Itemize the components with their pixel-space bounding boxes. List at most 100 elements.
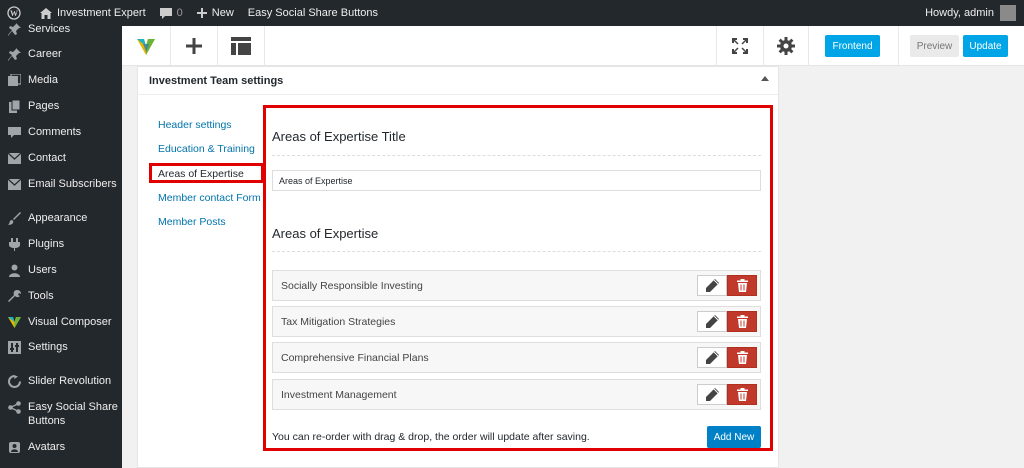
metabox-title: Investment Team settings	[149, 75, 284, 87]
sidebar-item-users[interactable]: Users	[0, 263, 122, 277]
comments-icon	[7, 125, 21, 139]
pencil-icon	[705, 279, 719, 292]
sidebar-item-label: Comments	[28, 126, 82, 138]
sidebar-item-comments[interactable]: Comments	[0, 125, 122, 139]
frontend-button[interactable]: Frontend	[825, 35, 880, 57]
delete-button[interactable]	[727, 347, 757, 368]
sidebar-item-slider-revolution[interactable]: Slider Revolution	[0, 374, 122, 388]
svg-text:W: W	[10, 9, 18, 18]
divider	[272, 155, 761, 156]
wrench-icon	[7, 289, 21, 303]
sidebar-item-label: Avatars	[28, 441, 66, 453]
mail-icon	[7, 151, 21, 165]
sidebar-item-label: Services	[28, 23, 71, 35]
pin-icon	[7, 22, 21, 36]
plugin-icon	[7, 237, 21, 251]
trash-icon	[736, 315, 748, 328]
sidebar-item-career[interactable]: Career	[0, 47, 122, 61]
sidebar-item-email-subscribers[interactable]: Email Subscribers	[0, 177, 122, 191]
metabox-header[interactable]: Investment Team settings	[138, 67, 778, 95]
trash-icon	[736, 279, 748, 292]
site-name: Investment Expert	[57, 7, 146, 19]
sidebar-item-settings[interactable]: Settings	[0, 340, 122, 354]
plugin-label: Easy Social Share Buttons	[247, 7, 379, 19]
wordpress-logo-icon: W	[7, 6, 21, 20]
vc-logo-button[interactable]	[122, 26, 170, 66]
media-icon	[7, 73, 21, 87]
vc-logo-icon	[7, 315, 21, 329]
home-icon	[40, 7, 52, 19]
delete-button[interactable]	[727, 311, 757, 332]
sidebar-item-label: Appearance	[28, 212, 88, 224]
new-content-link[interactable]: New	[190, 0, 241, 26]
tab-education-training[interactable]: Education & Training	[158, 143, 255, 155]
tab-header-settings[interactable]: Header settings	[158, 119, 232, 131]
delete-button[interactable]	[727, 384, 757, 405]
layout-icon	[231, 37, 251, 55]
refresh-icon	[7, 374, 21, 388]
comments-count: 0	[176, 7, 183, 19]
add-new-button[interactable]: Add New	[707, 426, 761, 448]
sidebar-item-pages[interactable]: Pages	[0, 99, 122, 113]
tab-member-posts[interactable]: Member Posts	[158, 216, 226, 228]
tab-areas-of-expertise[interactable]: Areas of Expertise	[158, 168, 244, 180]
share-icon	[7, 400, 21, 414]
edit-button[interactable]	[697, 347, 727, 368]
avatar	[1000, 5, 1016, 21]
paintbrush-icon	[7, 211, 21, 225]
expertise-row[interactable]: Socially Responsible Investing	[272, 270, 761, 301]
sidebar-item-label: Contact	[28, 152, 66, 164]
settings-icon	[7, 340, 21, 354]
sidebar-item-avatars[interactable]: Avatars	[0, 440, 122, 454]
expertise-row[interactable]: Tax Mitigation Strategies	[272, 306, 761, 337]
sidebar-item-label: Media	[28, 74, 58, 86]
trash-icon	[736, 351, 748, 364]
sidebar-item-label: Email Subscribers	[28, 178, 117, 190]
sidebar-item-visual-composer[interactable]: Visual Composer	[0, 315, 122, 329]
preview-button[interactable]: Preview	[910, 35, 959, 57]
sidebar-item-label: Visual Composer	[28, 316, 112, 328]
pin-icon	[7, 47, 21, 61]
edit-button[interactable]	[697, 384, 727, 405]
sidebar-item-label: Easy Social Share Buttons	[28, 401, 118, 427]
sidebar-item-services[interactable]: Services	[0, 22, 122, 36]
plus-icon	[196, 8, 207, 18]
collapse-arrow-icon[interactable]	[761, 76, 769, 81]
expertise-row[interactable]: Comprehensive Financial Plans	[272, 342, 761, 373]
page-settings-button[interactable]	[764, 26, 808, 66]
expertise-row[interactable]: Investment Management	[272, 379, 761, 410]
delete-button[interactable]	[727, 275, 757, 296]
sidebar-item-plugins[interactable]: Plugins	[0, 237, 122, 251]
sidebar-item-tools[interactable]: Tools	[0, 289, 122, 303]
pencil-icon	[705, 315, 719, 328]
comment-bubble-icon	[159, 7, 172, 19]
edit-button[interactable]	[697, 311, 727, 332]
edit-button[interactable]	[697, 275, 727, 296]
pencil-icon	[705, 351, 719, 364]
vc-logo-icon	[137, 39, 155, 55]
expertise-label: Socially Responsible Investing	[281, 280, 423, 292]
pencil-icon	[705, 388, 719, 401]
expertise-label: Tax Mitigation Strategies	[281, 316, 396, 328]
comments-link[interactable]: 0	[153, 0, 190, 26]
expertise-title-input[interactable]	[272, 170, 761, 191]
sidebar-item-label: Settings	[28, 341, 68, 353]
fullscreen-button[interactable]	[717, 26, 763, 66]
sidebar-item-contact[interactable]: Contact	[0, 151, 122, 165]
sidebar-item-label: Pages	[28, 100, 60, 112]
templates-button[interactable]	[218, 26, 264, 66]
update-button[interactable]: Update	[963, 35, 1008, 57]
account-menu[interactable]: Howdy, admin	[925, 0, 1016, 26]
add-element-button[interactable]	[171, 26, 217, 66]
sidebar-item-easy-social-share[interactable]: Easy Social Share Buttons	[0, 400, 122, 428]
divider	[272, 251, 761, 252]
sidebar-item-appearance[interactable]: Appearance	[0, 211, 122, 225]
tab-member-contact-form[interactable]: Member contact Form	[158, 192, 261, 204]
sidebar-item-label: Users	[28, 264, 57, 276]
list-heading: Areas of Expertise	[272, 226, 379, 241]
sidebar-item-label: Slider Revolution	[28, 375, 112, 387]
easy-social-share-link[interactable]: Easy Social Share Buttons	[241, 0, 385, 26]
fullscreen-icon	[732, 38, 748, 54]
expertise-label: Investment Management	[281, 389, 397, 401]
sidebar-item-media[interactable]: Media	[0, 73, 122, 87]
